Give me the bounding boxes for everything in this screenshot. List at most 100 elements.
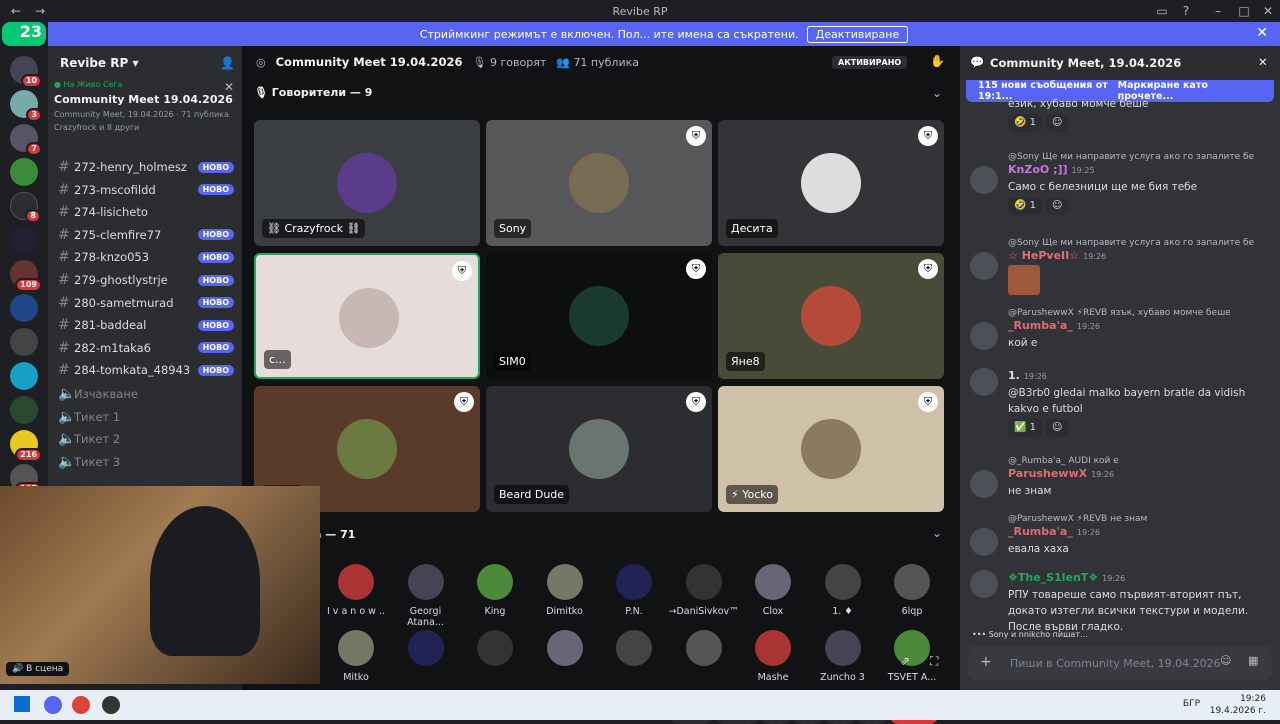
sticker-icon[interactable]: ☺ — [1220, 654, 1231, 667]
deactivate-button[interactable]: Деактивиране — [806, 25, 909, 43]
popout-icon[interactable]: ⇗ — [900, 654, 910, 668]
audience-member[interactable]: →DaniSivkov™ — [669, 564, 739, 617]
add-member-icon[interactable]: 👤 — [220, 56, 235, 70]
live-stage-card[interactable]: ● На Живо Сега Community Meet 19.04.2026… — [54, 80, 236, 150]
reaction[interactable]: ✅ 1 — [1008, 419, 1042, 437]
server-icon[interactable]: 8 — [10, 192, 41, 223]
chevron-down-icon[interactable]: ⌄ — [932, 86, 942, 100]
message-author[interactable]: 1. — [1008, 369, 1020, 382]
audience-member[interactable]: 6lqp — [877, 564, 947, 617]
channel-item[interactable]: #280-sametmurad НОВО — [58, 292, 234, 314]
speaker-tile[interactable]: ⛨ с... — [254, 253, 480, 379]
speakers-header[interactable]: 🎙 Говорители — 9 — [254, 86, 372, 99]
reply-preview[interactable]: @Sony Ще ми направите услуга ако го запа… — [1008, 238, 1270, 248]
apps-icon[interactable]: ▦ — [1248, 654, 1258, 667]
reaction[interactable]: 🤣 1 — [1008, 114, 1042, 132]
audience-member[interactable] — [460, 630, 530, 672]
server-icon[interactable] — [10, 226, 38, 254]
speaker-tile[interactable]: ⛨ Яне8 — [718, 253, 944, 379]
chrome-taskbar-icon[interactable] — [72, 696, 90, 714]
fullscreen-icon[interactable]: ⛶ — [930, 654, 938, 669]
reply-preview[interactable]: @_Rumba'a_ AUDI кой е — [1008, 456, 1270, 466]
message-author[interactable]: _Rumba'a_ — [1008, 525, 1073, 538]
channel-item[interactable]: #275-clemfire77 НОВО — [58, 224, 234, 246]
audience-member[interactable]: Dimitko — [530, 564, 600, 617]
channel-item[interactable]: #272-henry_holmesz НОВО — [58, 156, 234, 178]
server-icon[interactable]: 10 — [10, 56, 42, 88]
audience-header[interactable]: а — 71 — [314, 528, 355, 541]
message-author[interactable]: ParushewwX — [1008, 467, 1087, 480]
audience-member[interactable] — [530, 630, 600, 672]
speaker-tile[interactable]: ⛨ Sony — [486, 120, 712, 246]
channel-item[interactable]: #274-lisicheto — [58, 201, 234, 223]
message-input[interactable]: + Пиши в Community Meet, 19.04.2026 ☺ ▦ — [968, 646, 1272, 680]
reaction[interactable]: 🤣 1 — [1008, 197, 1042, 215]
close-icon[interactable]: ✕ — [224, 80, 234, 94]
start-icon[interactable] — [14, 696, 30, 712]
message-author[interactable]: ☆ HePveII☆ — [1008, 249, 1079, 262]
server-icon[interactable]: 3 — [10, 90, 42, 122]
audience-member[interactable]: I v a n o w .. — [321, 564, 391, 617]
voice-channel-item[interactable]: 🔈 Изчакване — [58, 383, 234, 405]
close-icon[interactable]: ✕ — [1256, 25, 1268, 41]
channel-item[interactable]: #281-baddeal НОВО — [58, 314, 234, 336]
server-icon[interactable]: 7 — [10, 124, 42, 156]
channel-item[interactable]: #282-m1taka6 НОВО — [58, 337, 234, 359]
voice-channel-item[interactable]: 🔈 Тикет 1 — [58, 406, 234, 428]
message-author[interactable]: _Rumba'a_ — [1008, 319, 1073, 332]
chat-message[interactable]: @_Rumba'a_ AUDI кой е ParushewwX 19:26 не з… — [970, 456, 1270, 499]
channel-item[interactable]: #284-tomkata_48943 НОВО — [58, 359, 234, 381]
reply-preview[interactable]: @Sony Ще ми направите услуга ако го запа… — [1008, 152, 1270, 162]
audience-member[interactable] — [391, 630, 461, 672]
audience-member[interactable]: Mitko — [321, 630, 391, 683]
add-reaction-icon[interactable]: ☺ — [1046, 419, 1069, 437]
maximize-button[interactable]: □ — [1232, 2, 1256, 20]
speaker-tile[interactable]: ⛨ Beard Dude — [486, 386, 712, 512]
minimize-button[interactable]: – — [1206, 2, 1230, 20]
chat-message[interactable]: @ParushewwX ⚡REVB не знам _Rumba'a_ 19:26 е… — [970, 514, 1270, 557]
server-icon[interactable] — [10, 362, 38, 390]
speaker-tile[interactable]: ⛨ SIM0 — [486, 253, 712, 379]
audience-member[interactable]: King — [460, 564, 530, 617]
inbox-icon[interactable]: ▭ — [1150, 2, 1174, 20]
discord-taskbar-icon[interactable] — [44, 696, 62, 714]
reply-preview[interactable]: @ParushewwX ⚡REVB не знам — [1008, 514, 1270, 524]
speaker-tile[interactable]: ⛓ Crazyfrock ⛓ — [254, 120, 480, 246]
add-reaction-icon[interactable]: ☺ — [1046, 114, 1069, 132]
audience-member[interactable] — [669, 630, 739, 672]
clock[interactable]: 19:26 19.4.2026 г. — [1210, 693, 1266, 717]
chat-message[interactable]: език, хубаво момче беше 🤣 1 ☺ — [970, 96, 1270, 132]
server-icon[interactable] — [10, 158, 38, 186]
audience-member[interactable]: Zuncho 3 — [808, 630, 878, 683]
server-name[interactable]: Revibe RP ▾ — [60, 56, 138, 70]
audience-member[interactable] — [599, 630, 669, 672]
channel-item[interactable]: #278-knzo053 НОВО — [58, 246, 234, 268]
server-icon[interactable]: 109 — [10, 260, 42, 292]
chat-message[interactable]: 1. 19:26 @B3rb0 gledai malko bayern bratle… — [970, 368, 1270, 437]
audience-member[interactable]: Georgi Atana... — [391, 564, 461, 628]
server-icon[interactable] — [10, 328, 38, 356]
chat-message[interactable]: @Sony Ще ми направите услуга ако го запа… — [970, 238, 1270, 300]
speaker-tile[interactable]: ⛨ ⚡ Yocko — [718, 386, 944, 512]
audience-member[interactable]: P.N. — [599, 564, 669, 617]
chat-message[interactable]: @Sony Ще ми направите услуга ако го запа… — [970, 152, 1270, 215]
channel-logo[interactable]: 23 — [2, 22, 46, 46]
voice-channel-item[interactable]: 🔈 Тикет 3 — [58, 451, 234, 473]
audience-member[interactable]: 1. ♦ — [808, 564, 878, 617]
server-icon[interactable]: 216 — [10, 430, 42, 462]
chat-message[interactable]: ❖The_S1lenT❖ 19:26 РПУ товареше само първи… — [970, 570, 1270, 635]
hand-icon[interactable]: ✋ — [930, 54, 945, 68]
channel-item[interactable]: #273-mscofildd НОВО — [58, 179, 234, 201]
help-icon[interactable]: ? — [1174, 2, 1198, 20]
server-icon[interactable] — [10, 294, 38, 322]
voice-channel-item[interactable]: 🔈 Тикет 2 — [58, 428, 234, 450]
message-author[interactable]: ❖The_S1lenT❖ — [1008, 571, 1098, 584]
message-author[interactable]: KnZoO ;]] — [1008, 163, 1068, 176]
audience-member[interactable]: Mashe — [738, 630, 808, 683]
chat-message[interactable]: @ParushewwX ⚡REVB язък, хубаво момче беш… — [970, 308, 1270, 351]
add-reaction-icon[interactable]: ☺ — [1046, 197, 1069, 215]
close-window-button[interactable]: ✕ — [1256, 2, 1280, 20]
obs-taskbar-icon[interactable] — [102, 696, 120, 714]
close-icon[interactable]: ✕ — [1258, 55, 1268, 69]
reply-preview[interactable]: @ParushewwX ⚡REVB язък, хубаво момче беш… — [1008, 308, 1270, 318]
